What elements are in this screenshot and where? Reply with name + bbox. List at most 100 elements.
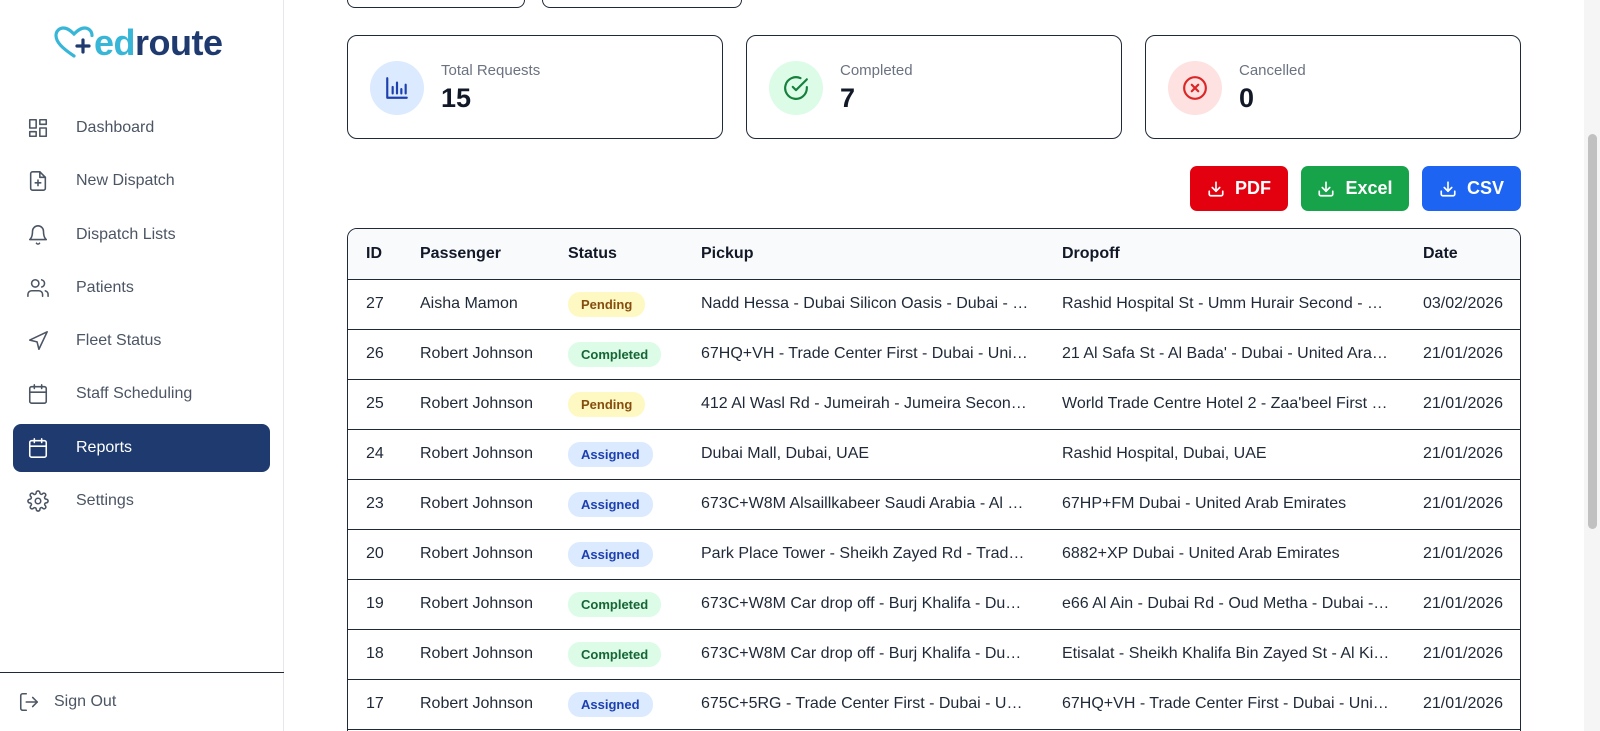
- stat-icon-wrapper: [1168, 61, 1222, 115]
- status-badge: Assigned: [568, 541, 653, 567]
- scrollbar-thumb[interactable]: [1588, 134, 1597, 529]
- cell-status: Assigned: [550, 429, 683, 480]
- cell-dropoff: 21 Al Safa St - Al Bada' - Dubai - Unite…: [1044, 329, 1405, 380]
- export-csv-button[interactable]: CSV: [1422, 166, 1521, 211]
- page-scrollbar[interactable]: [1584, 0, 1600, 731]
- table-row[interactable]: 26 Robert Johnson Completed 67HQ+VH - Trade…: [348, 329, 1520, 380]
- cell-date: 21/01/2026: [1405, 629, 1520, 680]
- column-header-pickup[interactable]: Pickup: [683, 229, 1044, 280]
- cell-passenger: Aisha Mamon: [402, 279, 550, 330]
- table-row[interactable]: 25 Robert Johnson Pending 412 Al Wasl Rd - …: [348, 379, 1520, 430]
- sign-out-button[interactable]: Sign Out: [0, 672, 284, 731]
- cell-pickup: 412 Al Wasl Rd - Jumeirah - Jumeira Seco…: [683, 379, 1044, 430]
- cell-status: Assigned: [550, 679, 683, 730]
- column-header-date[interactable]: Date: [1405, 229, 1520, 280]
- export-pdf-button[interactable]: PDF: [1190, 166, 1288, 211]
- cell-dropoff: Rashid Hospital, Dubai, UAE: [1044, 429, 1405, 480]
- sidebar-item-label: Dashboard: [76, 119, 155, 136]
- cell-dropoff: World Trade Centre Hotel 2 - Zaa'beel Fi…: [1044, 379, 1405, 430]
- filter-select[interactable]: [347, 0, 525, 8]
- column-header-status[interactable]: Status: [550, 229, 683, 280]
- status-badge: Completed: [568, 641, 662, 667]
- sidebar-item-dispatch-lists[interactable]: Dispatch Lists: [13, 211, 270, 259]
- cell-passenger: Robert Johnson: [402, 329, 550, 380]
- download-icon: [1440, 180, 1456, 197]
- table-row[interactable]: 18 Robert Johnson Completed 673C+W8M Car dr…: [348, 629, 1520, 680]
- sidebar-item-settings[interactable]: Settings: [13, 477, 270, 525]
- sidebar-item-reports[interactable]: Reports: [13, 423, 270, 472]
- table-body: 27 Aisha Mamon Pending Nadd Hessa - Dubai S…: [348, 279, 1520, 730]
- download-icon: [1318, 180, 1335, 197]
- stat-card-total-requests: Total Requests 15: [347, 35, 723, 139]
- cell-dropoff: e66 Al Ain - Dubai Rd - Oud Metha - Duba…: [1044, 579, 1405, 630]
- cell-dropoff: 6882+XP Dubai - United Arab Emirates: [1044, 529, 1405, 580]
- cell-status: Assigned: [550, 529, 683, 580]
- column-header-dropoff[interactable]: Dropoff: [1044, 229, 1405, 280]
- cell-pickup: 67HQ+VH - Trade Center First - Dubai - U…: [683, 329, 1044, 380]
- cell-date: 21/01/2026: [1405, 329, 1520, 380]
- dashboard-icon: [28, 118, 48, 138]
- table-row[interactable]: 23 Robert Johnson Assigned 673C+W8M Alsaill…: [348, 479, 1520, 530]
- cell-status: Completed: [550, 329, 683, 380]
- table-row[interactable]: 17 Robert Johnson Assigned 675C+5RG - Trade…: [348, 679, 1520, 730]
- bar-chart-icon: [386, 77, 408, 99]
- cell-id: 19: [348, 579, 402, 630]
- stat-card-cancelled: Cancelled 0: [1145, 35, 1521, 139]
- sidebar-item-dashboard[interactable]: Dashboard: [13, 104, 270, 152]
- cell-passenger: Robert Johnson: [402, 679, 550, 730]
- export-excel-button[interactable]: Excel: [1301, 166, 1409, 211]
- sidebar-item-label: Staff Scheduling: [76, 385, 193, 403]
- sidebar-item-fleet-status[interactable]: Fleet Status: [13, 317, 270, 365]
- cell-pickup: 673C+W8M Car drop off - Burj Khalifa - D…: [683, 579, 1044, 630]
- logo[interactable]: edroute: [52, 22, 223, 64]
- cell-date: 21/01/2026: [1405, 379, 1520, 430]
- column-header-id[interactable]: ID: [348, 229, 402, 280]
- heart-plus-logo-icon: [54, 26, 94, 58]
- filter-select[interactable]: [542, 0, 742, 8]
- table-header-row: ID Passenger Status Pickup Dropoff Date: [348, 229, 1520, 280]
- cell-date: 21/01/2026: [1405, 429, 1520, 480]
- stat-icon-wrapper: [769, 61, 823, 115]
- sidebar: edroute Dashboard New Dispatch Dispatch …: [0, 0, 284, 731]
- sidebar-item-label: Patients: [76, 278, 134, 296]
- cell-dropoff: 67HQ+VH - Trade Center First - Dubai - U…: [1044, 679, 1405, 730]
- sidebar-item-patients[interactable]: Patients: [13, 264, 270, 312]
- dispatch-report-table: ID Passenger Status Pickup Dropoff Date …: [347, 228, 1521, 731]
- table-row[interactable]: 27 Aisha Mamon Pending Nadd Hessa - Dubai S…: [348, 279, 1520, 330]
- cell-pickup: Park Place Tower - Sheikh Zayed Rd - Tra…: [683, 529, 1044, 580]
- file-plus-icon: [29, 171, 47, 192]
- stat-card-completed: Completed 7: [746, 35, 1122, 139]
- bell-icon: [28, 224, 48, 245]
- cell-id: 20: [348, 529, 402, 580]
- logo-text: edroute: [94, 22, 223, 63]
- logout-icon: [19, 692, 39, 712]
- sidebar-item-new-dispatch[interactable]: New Dispatch: [13, 157, 270, 205]
- table-row[interactable]: 24 Robert Johnson Assigned Dubai Mall, Duba…: [348, 429, 1520, 480]
- cell-status: Pending: [550, 279, 683, 330]
- cell-status: Pending: [550, 379, 683, 430]
- export-csv-label: CSV: [1466, 178, 1504, 198]
- cell-passenger: Robert Johnson: [402, 429, 550, 480]
- cell-dropoff: Etisalat - Sheikh Khalifa Bin Zayed St -…: [1044, 629, 1405, 680]
- stat-value: 7: [840, 83, 856, 113]
- cell-date: 21/01/2026: [1405, 529, 1520, 580]
- report-table: ID Passenger Status Pickup Dropoff Date …: [348, 229, 1520, 730]
- cell-passenger: Robert Johnson: [402, 479, 550, 530]
- users-icon: [27, 278, 49, 297]
- stat-label: Total Requests: [441, 62, 541, 79]
- cell-id: 26: [348, 329, 402, 380]
- table-row[interactable]: 20 Robert Johnson Assigned Park Place Tower…: [348, 529, 1520, 580]
- sidebar-item-label: Dispatch Lists: [76, 225, 176, 243]
- calendar-icon: [28, 384, 48, 405]
- navigation-icon: [28, 331, 48, 351]
- sidebar-item-label: New Dispatch: [76, 172, 175, 190]
- status-badge: Assigned: [568, 441, 653, 467]
- cell-passenger: Robert Johnson: [402, 379, 550, 430]
- table-row[interactable]: 19 Robert Johnson Completed 673C+W8M Car dr…: [348, 579, 1520, 630]
- cell-date: 03/02/2026: [1405, 279, 1520, 330]
- column-header-passenger[interactable]: Passenger: [402, 229, 550, 280]
- cell-passenger: Robert Johnson: [402, 529, 550, 580]
- cell-passenger: Robert Johnson: [402, 629, 550, 680]
- cell-date: 21/01/2026: [1405, 479, 1520, 530]
- sidebar-item-staff-scheduling[interactable]: Staff Scheduling: [13, 370, 270, 418]
